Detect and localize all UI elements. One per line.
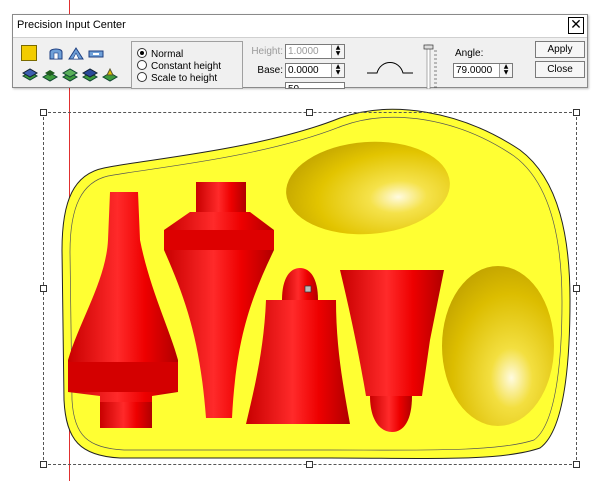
apply-button[interactable]: Apply bbox=[535, 41, 585, 58]
layer-stack-icon-3[interactable] bbox=[61, 67, 79, 83]
resolution-spinner[interactable] bbox=[285, 82, 345, 89]
selection-handle[interactable] bbox=[306, 109, 313, 116]
precision-input-center-dialog: Precision Input Center ✕ Normal Constant… bbox=[12, 14, 588, 89]
radio-normal[interactable]: Normal bbox=[137, 48, 183, 60]
layer-stack-icon-2[interactable] bbox=[41, 67, 59, 83]
flat-profile-icon[interactable] bbox=[87, 45, 105, 61]
selection-handle[interactable] bbox=[40, 109, 47, 116]
spin-arrows-icon[interactable]: ▲ ▼ bbox=[331, 45, 344, 58]
angle-spinner[interactable]: ▲▼ bbox=[453, 63, 513, 78]
radio-button[interactable] bbox=[137, 72, 147, 82]
color-swatch[interactable] bbox=[21, 45, 37, 61]
close-button[interactable]: Close bbox=[535, 61, 585, 78]
base-spinner[interactable]: ▲▼ bbox=[285, 63, 345, 78]
base-label: Base: bbox=[257, 65, 283, 76]
angle-input[interactable] bbox=[456, 64, 500, 77]
height-spinner[interactable]: ▲▼ bbox=[285, 44, 345, 59]
radio-scale-to-height[interactable]: Scale to height bbox=[137, 72, 217, 84]
angle-slider[interactable] bbox=[423, 43, 441, 89]
arch-profile-icon[interactable] bbox=[47, 45, 65, 61]
close-window-button[interactable]: ✕ bbox=[568, 17, 584, 34]
layer-stack-icon-1[interactable] bbox=[21, 67, 39, 83]
resolution-input[interactable] bbox=[288, 83, 332, 88]
selection-handle[interactable] bbox=[573, 285, 580, 292]
selection-handle[interactable] bbox=[573, 461, 580, 468]
dialog-titlebar[interactable]: Precision Input Center ✕ bbox=[13, 15, 587, 38]
dialog-title: Precision Input Center bbox=[17, 19, 126, 31]
radio-button[interactable] bbox=[137, 60, 147, 70]
radio-constant-height[interactable]: Constant height bbox=[137, 60, 221, 72]
height-mode-radio-group: Normal Constant height Scale to height bbox=[131, 41, 243, 89]
height-input[interactable] bbox=[288, 45, 332, 58]
profile-curve-preview bbox=[367, 62, 413, 74]
layer-stack-icon-4[interactable] bbox=[81, 67, 99, 83]
radio-normal-label: Normal bbox=[151, 49, 184, 60]
selection-handle[interactable] bbox=[573, 109, 580, 116]
spin-arrows-icon[interactable]: ▲ ▼ bbox=[499, 64, 512, 77]
height-label: Height: bbox=[251, 46, 283, 57]
angle-label: Angle: bbox=[455, 48, 484, 59]
base-input[interactable] bbox=[288, 64, 332, 77]
selection-box[interactable] bbox=[40, 109, 580, 468]
triangle-profile-icon[interactable] bbox=[67, 45, 85, 61]
layer-stack-icon-5[interactable] bbox=[101, 67, 119, 83]
radio-constant-height-label: Constant height bbox=[151, 61, 222, 72]
spin-arrows-icon[interactable]: ▲ ▼ bbox=[331, 64, 344, 77]
selection-handle[interactable] bbox=[306, 461, 313, 468]
radio-button-selected[interactable] bbox=[137, 48, 147, 58]
radio-scale-to-height-label: Scale to height bbox=[151, 73, 218, 84]
selection-handle[interactable] bbox=[40, 461, 47, 468]
selection-handle[interactable] bbox=[40, 285, 47, 292]
